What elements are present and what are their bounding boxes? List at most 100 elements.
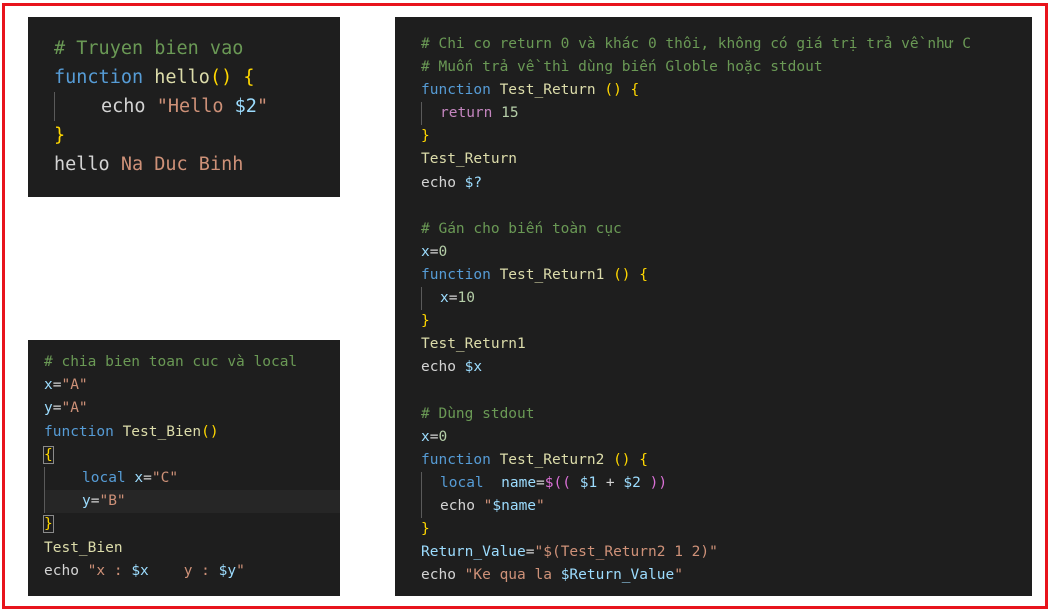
brace-close: } [43,515,54,534]
code-line: echo $? [421,172,1032,195]
code-line: function Test_Return () { [421,79,1032,102]
function-name: Test_Return [499,82,596,99]
keyword-local: local [82,469,126,486]
variable: $name [492,497,537,514]
brace-close: } [54,125,66,146]
brace-close: } [421,313,430,330]
string: "B" [99,493,126,510]
brace-open: { [639,266,649,283]
string: "$( [534,544,561,561]
keyword-function: function [421,82,491,99]
code-line: # Muốn trả về thì dùng biến Globle hoặc … [421,56,1032,79]
code-comment: # Gán cho biến toàn cục [421,220,622,237]
variable: $2 [623,474,641,491]
code-line: local name=$(( $1 + $2 )) [421,471,1032,495]
code-comment: # chia bien toan cuc và local [44,354,298,370]
variable: $? [464,174,483,191]
function-call: hello [54,154,110,175]
brace-close: } [421,128,430,145]
code-line: # Gán cho biến toàn cục [421,218,1032,241]
code-line: echo "x : $x y : $y" [44,560,340,583]
code-line: x=0 [421,243,448,260]
variable: $y [218,562,237,579]
code-line: local x="C" [44,466,340,491]
variable: Return_Value [421,544,526,561]
function-call: Test_Bien [44,539,123,556]
code-line: Return_Value="$(Test_Return2 1 2)" [421,544,718,561]
parens: () [209,67,233,88]
variable: y [44,400,53,417]
arith-close: )) [640,474,668,491]
indent-guide [421,102,440,126]
keyword-local: local [440,474,484,491]
parens: () [201,423,219,440]
number: 0 [438,428,448,445]
code-comment: # Chi co return 0 và khác 0 thôi, không … [421,36,971,52]
call-arguments: Na Duc Binh [120,154,244,175]
builtin-echo: echo [421,567,456,584]
code-line: echo "Ke qua la $Return_Value" [421,564,1032,587]
function-name: Test_Bien [122,423,202,440]
string: )" [700,544,718,561]
brace-open: { [639,451,649,468]
code-snippet-pass-arguments: # Truyen bien vao function hello() { ech… [28,17,340,197]
string: "Hello [156,96,235,117]
code-line: function Test_Return2 () { [421,449,1032,472]
code-comment: # Muốn trả về thì dùng biến Globle hoặc … [421,59,823,76]
brace-open: { [43,445,54,464]
arith-open: $(( [544,474,571,491]
code-line: } [421,125,1032,148]
keyword-function: function [44,423,114,440]
code-line: return 15 [421,102,1032,126]
number: 0 [438,243,448,260]
brace-open: { [243,67,255,88]
string: "C" [151,469,179,486]
string: y : [148,562,219,579]
variable: x [44,377,53,394]
string: "A" [61,400,88,417]
keyword-function: function [421,266,491,283]
indent-guide [44,490,82,514]
string: " [236,562,245,579]
indent-guide [421,494,440,518]
variable: x [421,243,430,260]
code-line: # Dùng stdout [421,403,1032,426]
indent-guide [421,287,440,311]
number: 10 [457,290,475,307]
code-line: # Chi co return 0 và khác 0 thôi, không … [421,33,1032,56]
code-line: echo "Hello $2" [54,92,340,121]
builtin-echo: echo [440,497,475,514]
variable: x [421,428,430,445]
variable: $x [464,359,483,376]
code-line: } [43,513,340,536]
code-line: y="A" [44,400,88,417]
code-comment: # Dùng stdout [421,405,535,422]
variable: x [134,469,144,486]
code-line: # chia bien toan cuc và local [44,351,340,374]
string: "A" [61,377,88,394]
variable: $Return_Value [560,567,675,584]
code-line: echo "$name" [421,494,1032,518]
string: Test_Return2 [560,544,666,561]
operator: + [597,474,624,491]
code-line: x=0 [421,428,448,445]
string: "x : [87,562,132,579]
variable: name [501,474,537,491]
code-line: Test_Bien [44,537,340,560]
code-line: } [421,518,1032,541]
code-line: { [43,444,340,467]
code-snippet-global-local: # chia bien toan cuc và local x="A" y="A… [28,340,340,596]
string: "Ke qua la [464,567,561,584]
variable: $x [131,562,149,579]
variable: x [440,290,449,307]
function-name: hello [154,67,210,88]
code-line: # Truyen bien vao [54,34,340,63]
parens: () [604,266,631,283]
brace-close: } [421,520,430,537]
builtin-echo: echo [421,359,456,376]
keyword-function: function [421,451,491,468]
number: 15 [501,105,519,122]
code-line-current: y="B" [44,490,340,514]
